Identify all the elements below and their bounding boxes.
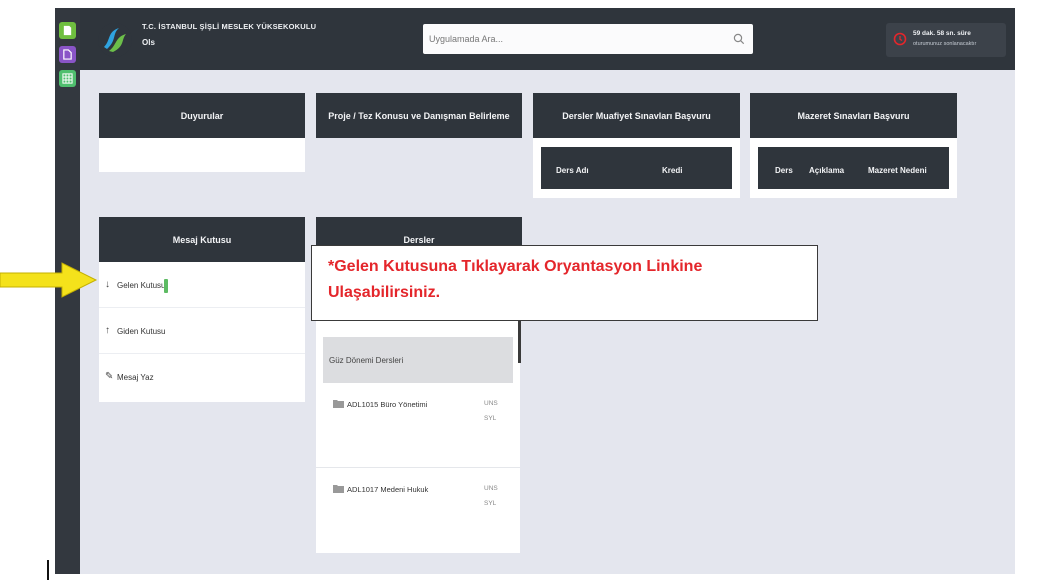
inbox-link[interactable]: ↓ Gelen Kutusu <box>99 262 305 308</box>
message-box-title: Mesaj Kutusu <box>172 234 232 245</box>
course-tag: UNS <box>484 400 498 407</box>
pointer-arrow-icon <box>0 262 98 298</box>
column-course: Ders <box>775 166 793 175</box>
outbox-label: Giden Kutusu <box>117 327 166 336</box>
column-description: Açıklama <box>809 166 845 175</box>
rail-button-document[interactable] <box>59 46 76 63</box>
course-item[interactable]: ADL1017 Medeni Hukuk UNS SYL <box>316 468 520 553</box>
course-tag: SYL <box>484 500 497 507</box>
callout-line-1: *Gelen Kutusuna Tıklayarak Oryantasyon L… <box>328 258 703 275</box>
exemption-exams-title: Dersler Muafiyet Sınavları Başvuru <box>562 110 711 121</box>
grid-icon <box>62 73 73 84</box>
course-item[interactable]: ADL1015 Büro Yönetimi UNS SYL <box>316 383 520 468</box>
rail-button-note[interactable] <box>59 22 76 39</box>
unread-badge <box>164 279 168 293</box>
course-name: ADL1015 Büro Yönetimi <box>347 400 428 409</box>
session-note: oturumunuz sonlanacaktır <box>913 41 977 47</box>
announcements-body <box>99 138 305 172</box>
callout-line-2: Ulaşabilirsiniz. <box>328 284 441 301</box>
note-icon <box>63 25 72 36</box>
folder-icon <box>333 485 344 493</box>
exemption-table-header: Ders Adı Kredi <box>541 147 732 189</box>
arrow-down-icon: ↓ <box>105 279 110 290</box>
top-bar: T.C. İSTANBUL ŞİŞLİ MESLEK YÜKSEKOKULU O… <box>80 8 1015 70</box>
cursor-mark <box>47 560 49 580</box>
school-name: T.C. İSTANBUL ŞİŞLİ MESLEK YÜKSEKOKULU <box>142 22 317 31</box>
course-name: ADL1017 Medeni Hukuk <box>347 485 429 494</box>
excuse-exams-header[interactable]: Mazeret Sınavları Başvuru <box>750 93 957 138</box>
arrow-up-icon: ↑ <box>105 325 110 336</box>
excuse-table-header: Ders Açıklama Mazeret Nedeni <box>758 147 949 189</box>
column-excuse-reason: Mazeret Nedeni <box>868 166 927 175</box>
callout-edge <box>518 321 521 363</box>
session-time: 59 dak. 58 sn. süre <box>913 30 971 37</box>
compose-message-link[interactable]: ✎ Mesaj Yaz <box>99 354 305 402</box>
announcements-header: Duyurular <box>99 93 305 138</box>
fall-semester-label: Güz Dönemi Dersleri <box>329 356 404 365</box>
inbox-label: Gelen Kutusu <box>117 281 166 290</box>
announcements-title: Duyurular <box>180 110 224 121</box>
instruction-callout: *Gelen Kutusuna Tıklayarak Oryantasyon L… <box>311 245 818 321</box>
column-credit: Kredi <box>662 166 683 175</box>
search-box <box>423 24 753 54</box>
fall-semester-group: Güz Dönemi Dersleri <box>323 337 513 383</box>
message-box-header: Mesaj Kutusu <box>99 217 305 262</box>
outbox-link[interactable]: ↑ Giden Kutusu <box>99 308 305 354</box>
school-logo-icon <box>98 23 132 57</box>
excuse-exams-title: Mazeret Sınavları Başvuru <box>797 110 910 121</box>
courses-title: Dersler <box>403 234 435 245</box>
rail-button-grid[interactable] <box>59 70 76 87</box>
course-tag: UNS <box>484 485 498 492</box>
compose-label: Mesaj Yaz <box>117 373 154 382</box>
exemption-exams-header[interactable]: Dersler Muafiyet Sınavları Başvuru <box>533 93 740 138</box>
course-tag: SYL <box>484 415 497 422</box>
project-title: Proje / Tez Konusu ve Danışman Belirleme <box>328 110 510 121</box>
column-course-name: Ders Adı <box>556 166 589 175</box>
search-icon[interactable] <box>733 33 745 45</box>
user-role: Ols <box>142 38 155 47</box>
session-timer: 59 dak. 58 sn. süre oturumunuz sonlanaca… <box>886 23 1006 57</box>
document-icon <box>63 49 72 60</box>
search-input[interactable] <box>429 24 719 54</box>
project-header[interactable]: Proje / Tez Konusu ve Danışman Belirleme <box>316 93 522 138</box>
folder-icon <box>333 400 344 408</box>
pencil-icon: ✎ <box>105 371 114 382</box>
clock-icon <box>893 32 907 46</box>
